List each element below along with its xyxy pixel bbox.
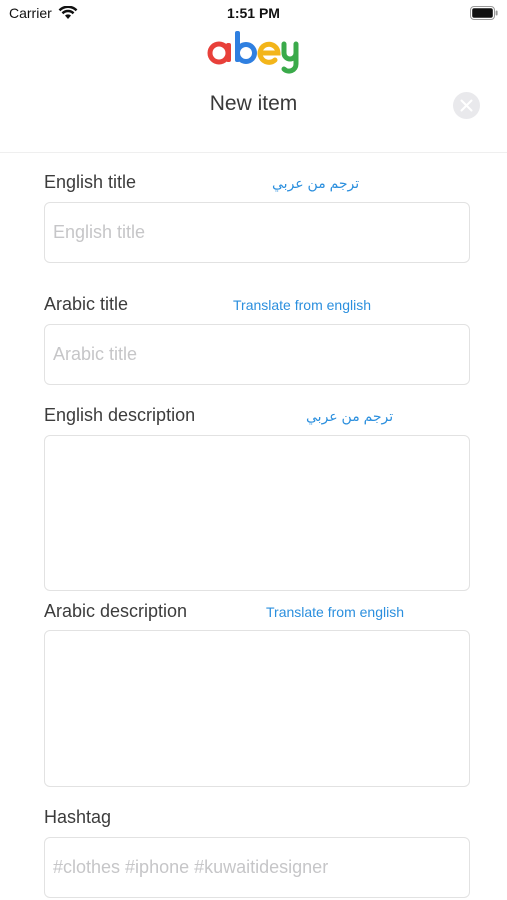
english-description-textarea[interactable] [44,435,470,591]
page-title: New item [209,92,298,115]
abey-logo-icon [207,31,298,74]
close-icon [460,99,473,112]
app-logo [0,28,507,74]
translate-from-arabic-link[interactable]: ترجم من عربي [272,175,359,192]
battery-icon [470,6,498,20]
arabic-title-input[interactable] [44,324,470,385]
arabic-description-textarea[interactable] [44,630,470,787]
arabic-title-label: Arabic title [44,294,129,314]
translate-description-from-english-link[interactable]: Translate from english [266,604,404,620]
close-button[interactable] [453,92,480,119]
english-title-input[interactable] [44,202,470,263]
english-description-label: English description [44,405,196,425]
translate-from-english-link[interactable]: Translate from english [233,297,371,313]
clock: 1:51 PM [227,5,280,21]
translate-description-from-arabic-link[interactable]: ترجم من عربي [306,408,393,425]
header-divider [0,152,507,153]
hashtag-label: Hashtag [44,807,112,827]
arabic-description-label: Arabic description [44,601,188,621]
hashtag-input[interactable] [44,837,470,898]
status-bar: Carrier 1:51 PM [0,0,507,28]
english-title-label: English title [44,172,137,192]
